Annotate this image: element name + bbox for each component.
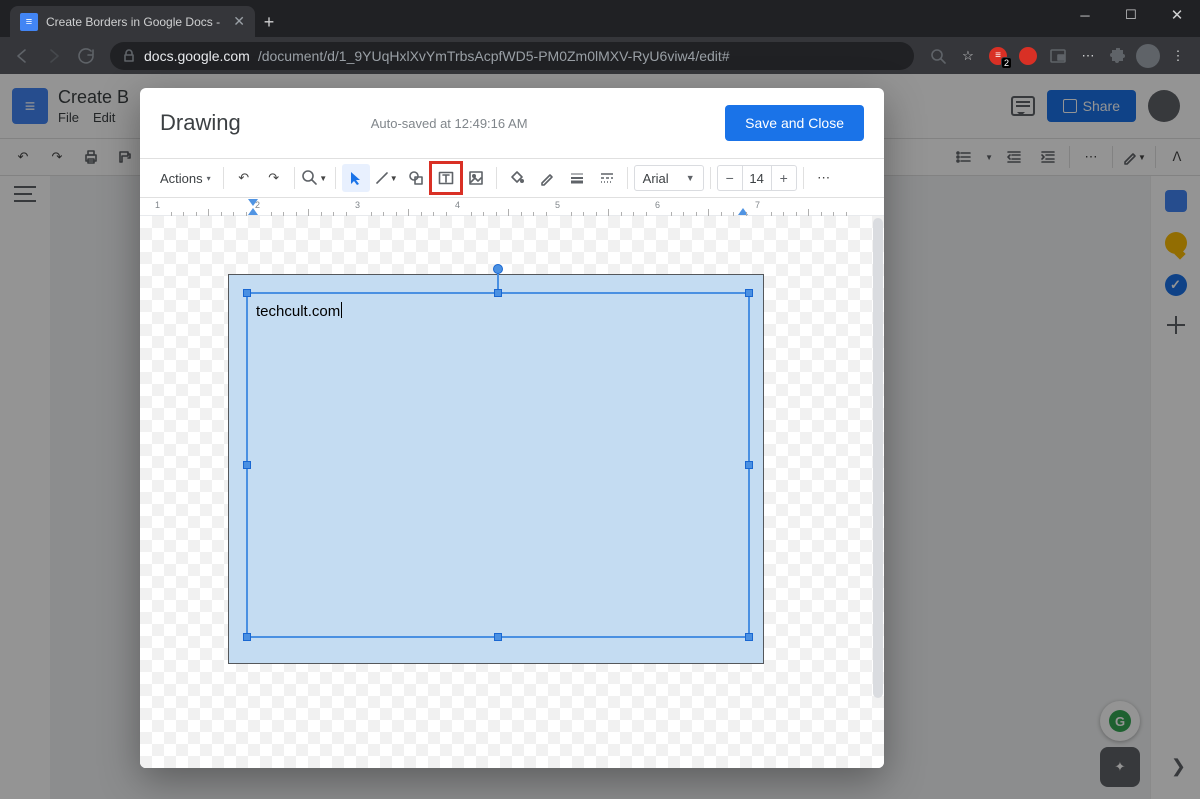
- window-minimize-button[interactable]: ─: [1062, 0, 1108, 30]
- docs-logo[interactable]: ≡: [12, 88, 48, 124]
- font-size-stepper[interactable]: − +: [717, 165, 797, 191]
- resize-handle-mt[interactable]: [494, 289, 502, 297]
- more-tools-icon[interactable]: ⋯: [1078, 144, 1104, 170]
- fill-color-icon[interactable]: [503, 164, 531, 192]
- resize-handle-mr[interactable]: [745, 461, 753, 469]
- save-and-close-button[interactable]: Save and Close: [725, 105, 864, 141]
- pip-icon[interactable]: [1044, 42, 1072, 70]
- print-icon[interactable]: [78, 144, 104, 170]
- reload-button[interactable]: [72, 42, 100, 70]
- tasks-addon-icon[interactable]: ✓: [1165, 274, 1187, 296]
- extensions-puzzle-icon[interactable]: [1104, 42, 1132, 70]
- font-family-select[interactable]: Arial▼: [634, 165, 704, 191]
- browser-tab[interactable]: ≡ Create Borders in Google Docs - ✕: [10, 6, 255, 37]
- border-color-icon[interactable]: [533, 164, 561, 192]
- shape-tool-icon[interactable]: [402, 164, 430, 192]
- paint-format-icon[interactable]: [112, 144, 138, 170]
- grammarly-fab[interactable]: G: [1100, 701, 1140, 741]
- profile-avatar[interactable]: [1134, 42, 1162, 70]
- actions-menu[interactable]: Actions: [154, 167, 217, 190]
- lock-icon: [122, 49, 136, 63]
- rotate-handle[interactable]: [493, 264, 503, 274]
- drawing-undo-icon[interactable]: ↶: [230, 164, 258, 192]
- account-avatar[interactable]: [1148, 90, 1180, 122]
- image-tool-icon[interactable]: [462, 164, 490, 192]
- new-tab-button[interactable]: +: [255, 8, 283, 37]
- menu-edit[interactable]: Edit: [93, 110, 115, 125]
- textbox-text[interactable]: techcult.com: [256, 302, 342, 320]
- extension-misc-icon[interactable]: ⋯: [1074, 42, 1102, 70]
- text-box[interactable]: techcult.com: [246, 292, 750, 638]
- extension-todoist-icon[interactable]: ≡2: [984, 42, 1012, 70]
- indent-decrease-icon[interactable]: [1001, 144, 1027, 170]
- font-size-decrease[interactable]: −: [718, 166, 742, 190]
- drawing-modal: Drawing Auto-saved at 12:49:16 AM Save a…: [140, 88, 884, 768]
- explore-fab[interactable]: ✦: [1100, 747, 1140, 787]
- share-button[interactable]: Share: [1047, 90, 1136, 122]
- chrome-menu-icon[interactable]: ⋮: [1164, 42, 1192, 70]
- outline-toggle-icon[interactable]: [14, 186, 36, 202]
- search-icon[interactable]: [924, 42, 952, 70]
- resize-handle-tr[interactable]: [745, 289, 753, 297]
- window-maximize-button[interactable]: ☐: [1108, 0, 1154, 30]
- extension-adblock-icon[interactable]: [1014, 42, 1042, 70]
- border-dash-icon[interactable]: [593, 164, 621, 192]
- border-weight-icon[interactable]: [563, 164, 591, 192]
- url-host: docs.google.com: [144, 48, 250, 64]
- drawing-ruler[interactable]: 1234567: [140, 198, 884, 216]
- redo-icon[interactable]: ↷: [44, 144, 70, 170]
- edit-mode-icon[interactable]: ▼: [1121, 144, 1147, 170]
- undo-icon[interactable]: ↶: [10, 144, 36, 170]
- resize-handle-mb[interactable]: [494, 633, 502, 641]
- textbox-tool-icon[interactable]: [432, 164, 460, 192]
- address-bar[interactable]: docs.google.com/document/d/1_9YUqHxlXvYm…: [110, 42, 914, 70]
- url-path: /document/d/1_9YUqHxlXvYmTrbsAcpfWD5-PM0…: [258, 48, 730, 64]
- bookmark-star-icon[interactable]: ☆: [954, 42, 982, 70]
- tab-title: Create Borders in Google Docs -: [46, 15, 220, 29]
- bulleted-list-icon[interactable]: [951, 144, 977, 170]
- resize-handle-bl[interactable]: [243, 633, 251, 641]
- drawing-canvas[interactable]: techcult.com: [140, 216, 884, 768]
- window-close-button[interactable]: ✕: [1154, 0, 1200, 30]
- close-tab-icon[interactable]: ✕: [233, 13, 245, 30]
- comments-icon[interactable]: [1011, 96, 1035, 116]
- resize-handle-br[interactable]: [745, 633, 753, 641]
- more-format-icon[interactable]: ⋯: [810, 164, 838, 192]
- autosave-status: Auto-saved at 12:49:16 AM: [371, 116, 528, 131]
- collapse-toolbar-icon[interactable]: ᐱ: [1164, 144, 1190, 170]
- zoom-icon[interactable]: ▼: [301, 164, 329, 192]
- indent-increase-icon[interactable]: [1035, 144, 1061, 170]
- select-tool-icon[interactable]: [342, 164, 370, 192]
- font-size-input[interactable]: [742, 166, 772, 190]
- docs-favicon: ≡: [20, 13, 38, 31]
- resize-handle-ml[interactable]: [243, 461, 251, 469]
- resize-handle-tl[interactable]: [243, 289, 251, 297]
- drawing-title: Drawing: [160, 110, 241, 136]
- canvas-scrollbar[interactable]: [873, 218, 883, 698]
- menu-file[interactable]: File: [58, 110, 79, 125]
- drawing-redo-icon[interactable]: ↷: [260, 164, 288, 192]
- drawing-toolbar: Actions ↶ ↷ ▼ ▼ Arial▼ − + ⋯: [140, 158, 884, 198]
- keep-addon-icon[interactable]: [1165, 232, 1187, 254]
- font-size-increase[interactable]: +: [772, 166, 796, 190]
- get-addons-icon[interactable]: [1167, 316, 1185, 334]
- forward-button: [40, 42, 68, 70]
- line-tool-icon[interactable]: ▼: [372, 164, 400, 192]
- document-filename[interactable]: Create B: [58, 87, 129, 108]
- calendar-addon-icon[interactable]: [1165, 190, 1187, 212]
- sidepanel-collapse-icon[interactable]: ❯: [1171, 756, 1186, 777]
- back-button[interactable]: [8, 42, 36, 70]
